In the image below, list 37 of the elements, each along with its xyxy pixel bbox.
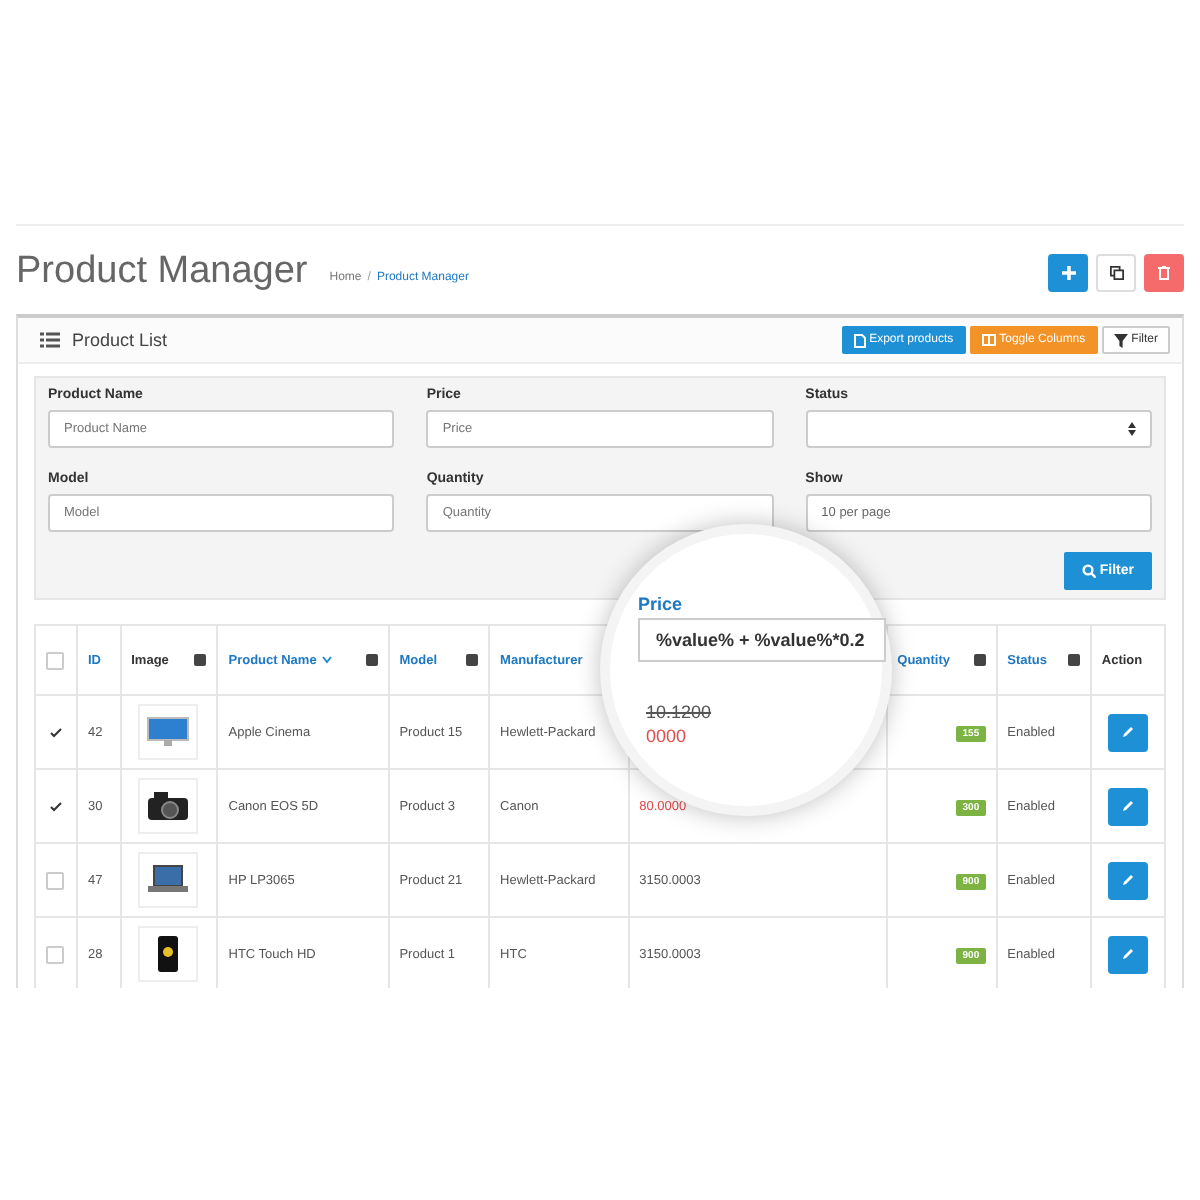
document-icon	[853, 333, 866, 347]
laptop-icon	[146, 864, 191, 896]
camera-icon	[146, 790, 191, 822]
sort-caret-icon[interactable]	[322, 656, 333, 664]
column-toggle-icon[interactable]	[466, 654, 479, 666]
column-toggle-icon[interactable]	[973, 654, 986, 666]
magnified-price-input[interactable]: %value% + %value%*0.2	[638, 618, 886, 662]
search-icon	[1081, 564, 1096, 578]
magnified-price-label: Price	[638, 594, 685, 614]
pencil-icon	[1121, 874, 1134, 886]
select-all-checkbox[interactable]	[46, 651, 64, 669]
edit-button[interactable]	[1107, 787, 1148, 825]
edit-button[interactable]	[1107, 935, 1148, 973]
column-toggle-icon[interactable]	[194, 654, 207, 666]
column-toggle-icon[interactable]	[1067, 654, 1080, 666]
copy-icon	[1109, 265, 1123, 279]
funnel-icon	[1113, 333, 1128, 347]
updown-icon	[1127, 422, 1136, 436]
edit-button[interactable]	[1107, 861, 1148, 899]
row-checkbox[interactable]	[46, 945, 64, 963]
row-checkbox[interactable]	[46, 871, 64, 889]
pencil-icon	[1121, 800, 1134, 812]
magnified-special-price: 0000	[644, 726, 689, 746]
panel-title: Product List	[72, 330, 168, 350]
edit-button[interactable]	[1107, 713, 1148, 751]
phone-icon	[158, 936, 179, 972]
list-icon	[40, 332, 60, 348]
column-toggle-icon[interactable]	[365, 654, 378, 666]
copy-button[interactable]	[1096, 253, 1136, 291]
trash-icon	[1158, 265, 1170, 279]
monitor-icon	[146, 716, 191, 748]
pencil-icon	[1121, 726, 1134, 738]
magnified-old-price: 10.1200	[644, 702, 714, 722]
pencil-icon	[1121, 948, 1134, 960]
columns-icon	[981, 334, 996, 346]
plus-icon	[1061, 265, 1075, 279]
page-title: Product Manager	[16, 250, 308, 294]
